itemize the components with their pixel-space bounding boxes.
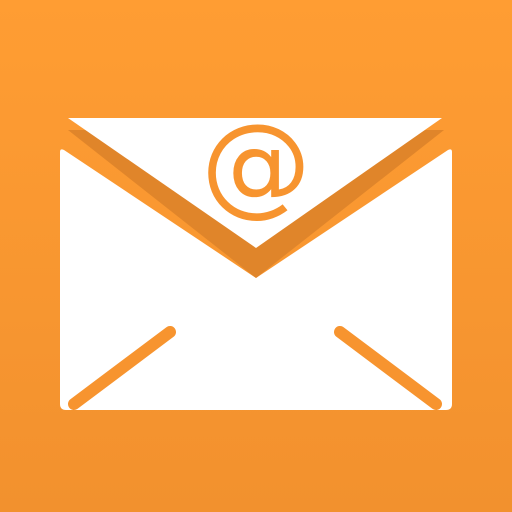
at-symbol: @	[201, 100, 311, 228]
mail-app-icon[interactable]: @	[0, 0, 512, 512]
envelope-icon	[60, 118, 452, 411]
